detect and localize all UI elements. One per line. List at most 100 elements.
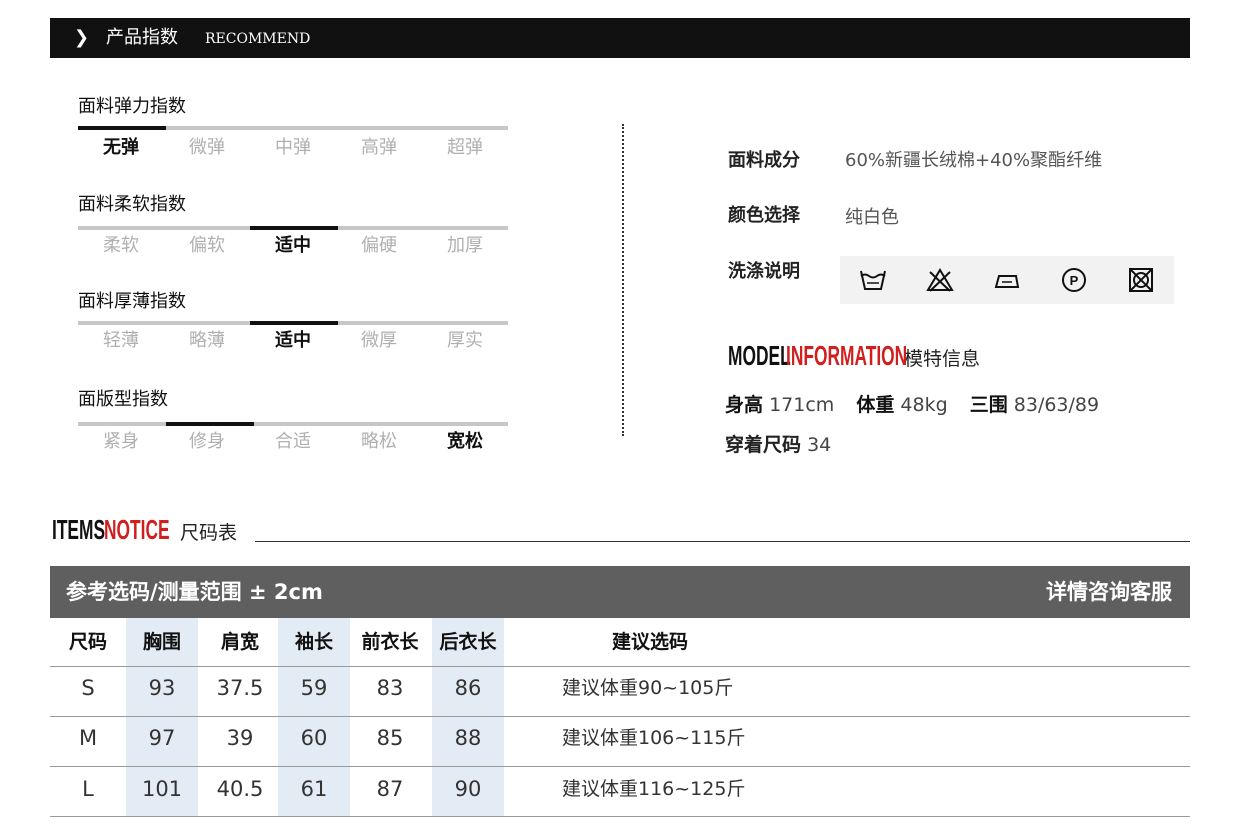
index-option: 偏硬	[361, 235, 397, 256]
section-header-bar: ❯ 产品指数 RECOMMEND	[50, 18, 1190, 58]
cell-shoulder: 40.5	[216, 777, 264, 801]
col-header-front-length: 前衣长	[361, 631, 419, 653]
height-label: 身高	[725, 394, 764, 416]
size-label: 穿着尺码	[725, 434, 802, 456]
cell-shoulder: 37.5	[216, 676, 264, 700]
color-label: 颜色选择	[728, 205, 800, 226]
weight-value: 48kg	[900, 394, 948, 416]
index-options-elasticity: 无弹 微弹 中弹 高弹 超弹	[78, 136, 508, 160]
section-subtitle: RECOMMEND	[205, 31, 311, 47]
col-header-sleeve: 袖长	[294, 631, 333, 653]
do-not-bleach-icon	[923, 265, 957, 295]
index-option: 超弹	[447, 137, 483, 158]
dry-clean-p-icon: P	[1057, 265, 1091, 295]
notice-cn: 尺码表	[180, 522, 238, 544]
index-option: 加厚	[447, 235, 483, 256]
index-option: 适中	[275, 235, 311, 256]
index-option: 宽松	[447, 431, 483, 452]
cell-sleeve: 59	[300, 676, 328, 700]
chevron-right-icon: ❯	[74, 27, 90, 48]
index-selected-marker	[250, 226, 338, 230]
svg-text:P: P	[1069, 273, 1078, 288]
hand-wash-icon	[856, 265, 890, 295]
index-option: 略松	[361, 431, 397, 452]
model-title-word1: MODEL	[728, 340, 791, 371]
index-options-softness: 柔软 偏软 适中 偏硬 加厚	[78, 234, 508, 258]
size-table-title: 参考选码/测量范围 ± 2cm	[66, 580, 323, 604]
color-value: 纯白色	[845, 207, 899, 228]
index-option: 偏软	[189, 235, 225, 256]
index-option: 合适	[275, 431, 311, 452]
cell-back-length: 86	[454, 676, 482, 700]
do-not-tumble-dry-icon	[1124, 265, 1158, 295]
height-value: 171cm	[769, 394, 835, 416]
wash-label: 洗涤说明	[728, 261, 800, 282]
cell-size: S	[81, 676, 95, 700]
index-option: 适中	[275, 330, 311, 351]
cell-suggestion: 建议体重116~125斤	[562, 778, 746, 800]
index-selected-marker	[250, 321, 338, 325]
index-option: 紧身	[103, 431, 139, 452]
col-header-back-length: 后衣长	[439, 631, 497, 653]
customer-service-label: 详情咨询客服	[1046, 580, 1172, 604]
index-option: 无弹	[103, 137, 139, 158]
cell-front-length: 85	[376, 726, 404, 750]
index-title-softness: 面料柔软指数	[78, 194, 186, 215]
cell-size: L	[82, 777, 94, 801]
cell-front-length: 87	[376, 777, 404, 801]
index-selected-marker	[166, 422, 254, 426]
index-selected-marker	[78, 126, 166, 130]
section-title: 产品指数	[106, 27, 178, 48]
size-value: 34	[807, 434, 832, 456]
fabric-label: 面料成分	[728, 150, 800, 171]
col-header-size: 尺码	[68, 631, 107, 653]
model-stats: 身高 171cm 体重 48kg 三围 83/63/89	[725, 392, 1115, 418]
model-title-cn: 模特信息	[904, 348, 981, 370]
cell-suggestion: 建议体重90~105斤	[562, 677, 734, 699]
index-options-fit: 紧身 修身 合适 略松 宽松	[78, 430, 508, 454]
size-table-header: 参考选码/测量范围 ± 2cm 详情咨询客服	[50, 566, 1190, 618]
model-size: 穿着尺码 34	[725, 432, 831, 458]
cell-chest: 101	[141, 777, 183, 801]
row-divider	[50, 816, 1190, 817]
fabric-value: 60%新疆长绒棉+40%聚酯纤维	[845, 150, 1103, 171]
index-title-thickness: 面料厚薄指数	[78, 291, 186, 312]
cell-chest: 93	[148, 676, 176, 700]
dotted-divider	[622, 124, 624, 436]
cell-back-length: 90	[454, 777, 482, 801]
index-option: 略薄	[189, 330, 225, 351]
cell-suggestion: 建议体重106~115斤	[562, 727, 746, 749]
cell-sleeve: 61	[300, 777, 328, 801]
col-header-chest: 胸围	[142, 631, 181, 653]
care-icons: P	[840, 256, 1174, 304]
measure-value: 83/63/89	[1013, 394, 1100, 416]
index-title-elasticity: 面料弹力指数	[78, 96, 186, 117]
col-header-shoulder: 肩宽	[220, 631, 259, 653]
cell-chest: 97	[148, 726, 176, 750]
index-option: 柔软	[103, 235, 139, 256]
iron-icon	[990, 265, 1024, 295]
cell-shoulder: 39	[226, 726, 254, 750]
index-option: 修身	[189, 431, 225, 452]
notice-word2: NOTICE	[104, 514, 170, 545]
index-track-fit	[78, 422, 508, 426]
cell-sleeve: 60	[300, 726, 328, 750]
index-track-softness	[78, 226, 508, 230]
index-option: 厚实	[447, 330, 483, 351]
notice-rule	[255, 541, 1190, 542]
cell-size: M	[78, 726, 98, 750]
index-track-thickness	[78, 321, 508, 325]
col-header-suggestion: 建议选码	[611, 631, 688, 653]
index-option: 微弹	[189, 137, 225, 158]
model-title-word2: INFORMATION	[786, 340, 908, 371]
index-options-thickness: 轻薄 略薄 适中 微厚 厚实	[78, 329, 508, 353]
index-option: 高弹	[361, 137, 397, 158]
index-track-elasticity	[78, 126, 508, 130]
notice-word1: ITEMS	[52, 514, 106, 545]
index-option: 中弹	[275, 137, 311, 158]
cell-back-length: 88	[454, 726, 482, 750]
model-info-title: MODEL INFORMATION 模特信息	[728, 340, 980, 374]
index-option: 轻薄	[103, 330, 139, 351]
cell-front-length: 83	[376, 676, 404, 700]
weight-label: 体重	[856, 394, 895, 416]
